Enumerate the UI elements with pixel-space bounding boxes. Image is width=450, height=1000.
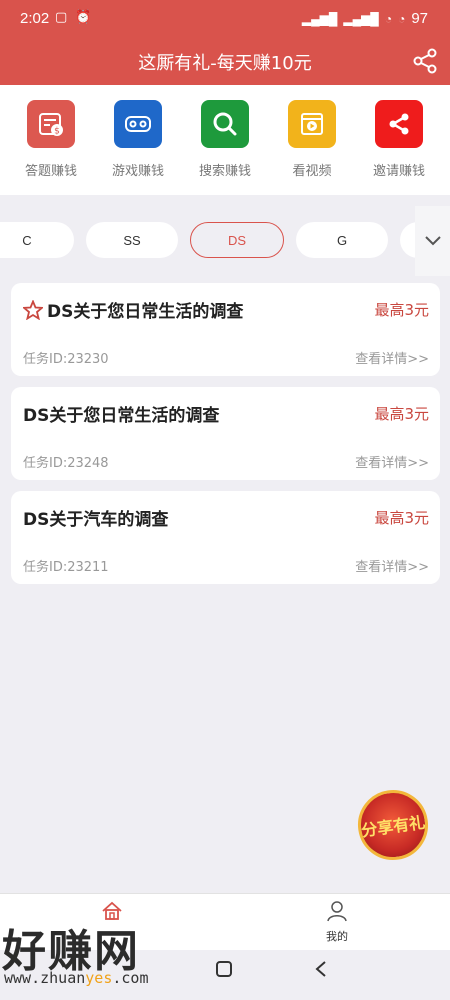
task-title: DS关于您日常生活的调查 [23, 406, 220, 426]
quick-action-label: 搜索赚钱 [198, 164, 251, 179]
expand-tabs-button[interactable] [415, 206, 450, 276]
share-gift-badge[interactable]: 分享有礼 [353, 785, 433, 865]
user-icon [327, 901, 347, 922]
quick-action-game[interactable]: 游戏赚钱 [95, 100, 181, 179]
star-icon [23, 299, 43, 320]
game-controller-icon [114, 100, 162, 148]
nav-profile[interactable]: 我的 [297, 900, 377, 944]
view-details-link[interactable]: 查看详情>> [355, 452, 429, 471]
watermark-url: www.zhuanyes.com [4, 969, 149, 987]
task-title-row: DS关于您日常生活的调查 [23, 297, 243, 322]
app-header: 2:02 ▢ ⏰ ▂▄▆█ ▂▄▆█ ◔ ◔ 97 这厮有礼-每天赚10元 [0, 0, 450, 85]
task-card[interactable]: DS关于汽车的调查 最高3元 任务ID:23211 查看详情>> [11, 491, 440, 584]
status-right-group: ▂▄▆█ ▂▄▆█ ◔ ◔ 97 [302, 10, 428, 27]
video-play-icon [288, 100, 336, 148]
quick-action-video[interactable]: 看视频 [269, 100, 355, 179]
nav-profile-label: 我的 [326, 930, 348, 943]
signal-icon-2: ▂▄▆█ [343, 11, 379, 26]
tab-ss[interactable]: SS [86, 222, 178, 258]
tab-g[interactable]: G [296, 222, 388, 258]
task-title: DS关于您日常生活的调查 [47, 302, 244, 322]
task-card[interactable]: DS关于您日常生活的调查 最高3元 任务ID:23248 查看详情>> [11, 387, 440, 480]
battery-level: 97 [411, 10, 428, 27]
watermark-url-suffix: .com [112, 969, 149, 987]
view-details-link[interactable]: 查看详情>> [355, 348, 429, 367]
quiz-coin-icon: $ [27, 100, 75, 148]
system-home-icon[interactable] [215, 960, 233, 978]
search-icon [201, 100, 249, 148]
task-reward: 最高3元 [374, 301, 429, 319]
category-tabs: C SS DS G N [0, 206, 450, 276]
watermark-url-prefix: www.zhuan [4, 969, 86, 987]
status-time: 2:02 [20, 10, 50, 27]
watermark-url-accent: yes [85, 969, 113, 987]
task-reward: 最高3元 [374, 405, 429, 423]
quick-action-label: 邀请赚钱 [372, 164, 425, 179]
task-id: 任务ID:23248 [23, 456, 109, 471]
quick-action-quiz[interactable]: $ 答题赚钱 [8, 100, 94, 179]
share-gift-text: 分享有礼 [360, 812, 427, 841]
tab-c[interactable]: C [0, 222, 74, 258]
quick-action-label: 看视频 [292, 164, 332, 179]
site-watermark: 好赚网 www.zhuanyes.com [0, 915, 200, 995]
task-reward: 最高3元 [374, 509, 429, 527]
wifi-icon-2: ◔ [398, 11, 406, 26]
task-title-row: DS关于您日常生活的调查 [23, 401, 219, 426]
task-id: 任务ID:23211 [23, 560, 109, 575]
task-title: DS关于汽车的调查 [23, 510, 169, 530]
share-icon[interactable] [412, 48, 438, 74]
tab-ds[interactable]: DS [190, 222, 284, 258]
view-details-link[interactable]: 查看详情>> [355, 556, 429, 575]
task-id: 任务ID:23230 [23, 352, 109, 367]
quick-action-search[interactable]: 搜索赚钱 [182, 100, 268, 179]
status-notification-icons: ▢ ⏰ [55, 10, 94, 25]
task-card[interactable]: DS关于您日常生活的调查 最高3元 任务ID:23230 查看详情>> [11, 283, 440, 376]
wifi-icon: ◔ [384, 11, 393, 26]
quick-actions: $ 答题赚钱 游戏赚钱 搜索赚钱 看视频 邀请赚钱 [0, 85, 450, 195]
page-title: 这厮有礼-每天赚10元 [138, 53, 312, 74]
quick-action-label: 游戏赚钱 [111, 164, 164, 179]
task-title-row: DS关于汽车的调查 [23, 505, 168, 530]
system-back-icon[interactable] [313, 960, 329, 978]
svg-text:$: $ [54, 127, 60, 137]
chevron-down-icon [425, 236, 441, 246]
quick-action-invite[interactable]: 邀请赚钱 [356, 100, 442, 179]
signal-icon: ▂▄▆█ [301, 11, 338, 26]
quick-action-label: 答题赚钱 [24, 164, 77, 179]
share-icon [375, 100, 423, 148]
